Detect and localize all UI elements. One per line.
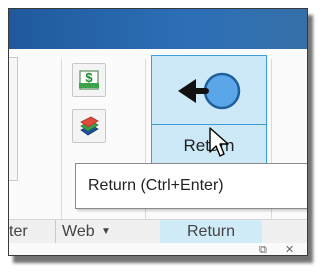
mouse-cursor-icon [209,127,231,166]
chevron-down-icon[interactable]: ▼ [101,220,111,243]
panel-title-separator [55,220,56,243]
screenshot-frame: $ Return ter Web ▼ Return ⧉ ✕ Return (Ct… [8,8,308,256]
left-panel-fragment [9,57,18,181]
tooltip: Return (Ctrl+Enter) [75,163,307,209]
panel-title-partial: ter [9,223,28,240]
restore-panel-icon[interactable]: ⧉ [259,245,267,256]
publish-web-button[interactable]: $ [72,63,106,97]
layers-button[interactable] [72,109,106,143]
svg-text:$: $ [85,70,93,85]
bottom-strip: ⧉ ✕ [9,243,307,255]
panel-separator [61,59,62,219]
panel-title-return-bg: Return [160,220,262,243]
close-panel-icon[interactable]: ✕ [285,245,294,256]
return-arrow-icon [174,66,244,121]
title-bar [9,9,307,49]
panel-title-return: Return [186,223,236,240]
split-divider [152,124,266,125]
ribbon-panel-titles: ter Web ▼ Return [9,219,307,243]
panel-title-web[interactable]: Web [62,220,95,243]
